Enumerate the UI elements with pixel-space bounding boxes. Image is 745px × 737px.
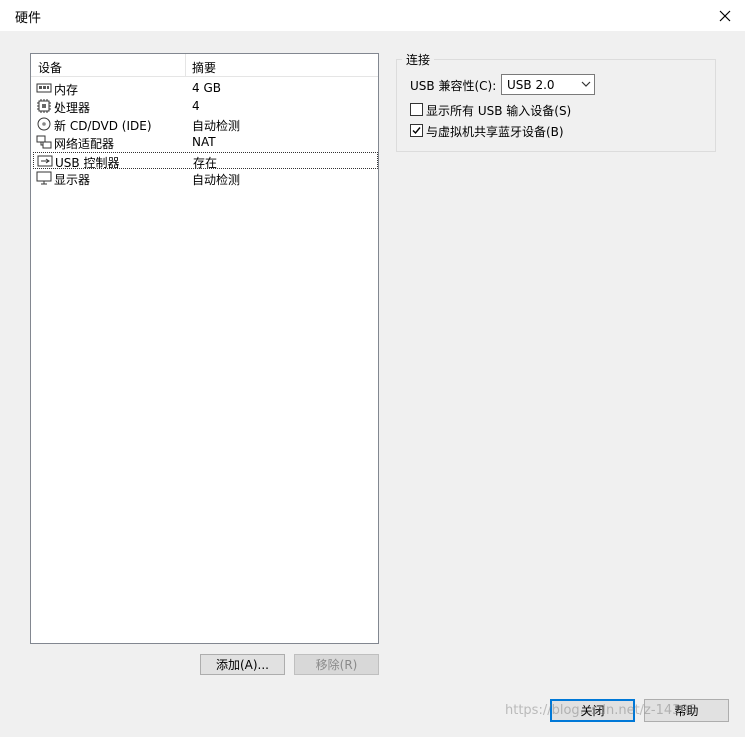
device-list[interactable]: 设备 摘要 内存 4 GB 处理器 4 新 CD/DVD (IDE) 自动检测 …	[30, 53, 379, 644]
memory-icon	[36, 83, 52, 93]
close-window-button[interactable]	[704, 0, 745, 31]
usb-compatibility-value: USB 2.0	[507, 78, 555, 92]
device-summary: 4	[192, 99, 200, 113]
device-summary: 4 GB	[192, 81, 221, 95]
device-row-cd-dvd[interactable]: 新 CD/DVD (IDE) 自动检测	[33, 116, 378, 133]
usb-compatibility-select[interactable]: USB 2.0	[501, 74, 595, 95]
device-name: 显示器	[54, 173, 91, 187]
window-title: 硬件	[15, 11, 42, 26]
close-icon	[719, 10, 730, 21]
device-name: 内存	[54, 83, 79, 97]
title-bar: 硬件	[0, 0, 745, 31]
cd-dvd-icon	[37, 117, 51, 131]
device-row-network-adapter[interactable]: 网络适配器 NAT	[33, 134, 378, 151]
device-name: 处理器	[54, 101, 91, 115]
add-button[interactable]: 添加(A)...	[200, 654, 285, 675]
device-summary: 存在	[193, 156, 218, 170]
device-summary: NAT	[192, 135, 216, 149]
device-list-header: 设备 摘要	[31, 54, 378, 77]
device-name: 网络适配器	[54, 137, 115, 151]
column-header-device[interactable]: 设备	[38, 59, 62, 76]
network-adapter-icon	[36, 135, 52, 149]
share-bluetooth-label[interactable]: 与虚拟机共享蓝牙设备(B)	[426, 123, 564, 140]
device-summary: 自动检测	[192, 119, 241, 133]
show-all-usb-label[interactable]: 显示所有 USB 输入设备(S)	[426, 102, 571, 119]
share-bluetooth-checkbox[interactable]	[410, 124, 423, 137]
processor-icon	[37, 99, 51, 113]
display-icon	[36, 171, 52, 185]
chevron-down-icon	[581, 81, 591, 87]
hardware-dialog: 硬件 设备 摘要 内存 4 GB 处理器 4 新 CD/DVD (IDE) 自动…	[0, 0, 745, 737]
column-header-summary[interactable]: 摘要	[192, 59, 216, 76]
watermark-text: https://blog.csdn.net/z-14308	[505, 703, 697, 718]
device-summary: 自动检测	[192, 173, 241, 187]
show-all-usb-checkbox[interactable]	[410, 103, 423, 116]
device-row-usb-controller[interactable]: USB 控制器 存在	[33, 152, 378, 170]
device-row-memory[interactable]: 内存 4 GB	[33, 80, 378, 97]
dialog-body: 设备 摘要 内存 4 GB 处理器 4 新 CD/DVD (IDE) 自动检测 …	[10, 40, 736, 737]
checkmark-icon	[412, 127, 421, 135]
device-row-processor[interactable]: 处理器 4	[33, 98, 378, 115]
usb-controller-icon	[37, 155, 53, 167]
device-name: 新 CD/DVD (IDE)	[54, 119, 152, 133]
usb-compatibility-label: USB 兼容性(C):	[410, 79, 497, 93]
column-divider[interactable]	[185, 54, 186, 76]
remove-button[interactable]: 移除(R)	[294, 654, 379, 675]
connection-group-title: 连接	[402, 51, 435, 68]
device-row-display[interactable]: 显示器 自动检测	[33, 170, 378, 187]
device-name: USB 控制器	[55, 156, 120, 170]
